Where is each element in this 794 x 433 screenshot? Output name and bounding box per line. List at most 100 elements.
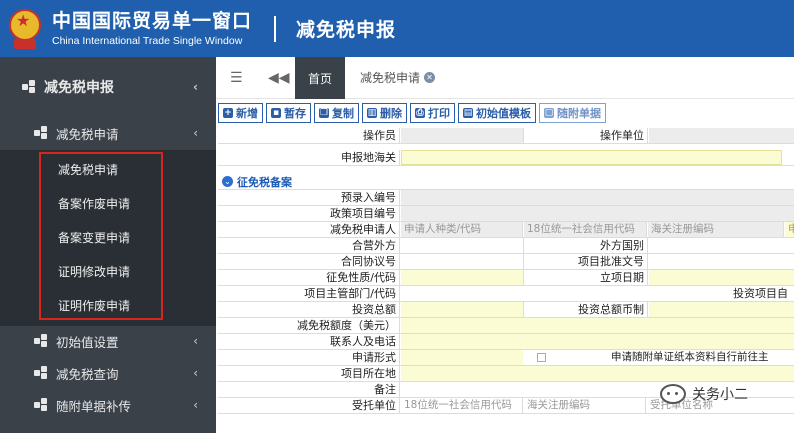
- add-button[interactable]: + 新增: [218, 103, 263, 123]
- apply-form-select[interactable]: [401, 350, 523, 365]
- exempt-amount-input[interactable]: [401, 318, 794, 333]
- tab-label: 减免税申请: [360, 71, 421, 85]
- toolbar: + 新增 ▪ 暂存 ❐ 复制 ▥ 删除 ⎙ 打印 ▤ 初始值模板 ▢ 随附单据: [216, 100, 794, 126]
- label-contact: 联系人及电话: [218, 334, 400, 350]
- module-title: 减免税申报: [296, 19, 397, 41]
- save-button[interactable]: ▪ 暂存: [266, 103, 311, 123]
- invest-currency-input[interactable]: [649, 302, 794, 317]
- dept-code-input[interactable]: [401, 286, 721, 301]
- label-agent: 受托单位: [218, 398, 400, 414]
- contract-no-input[interactable]: [401, 254, 523, 269]
- watermark-text: 关务小二: [692, 387, 748, 403]
- brand-title-en: China International Trade Single Window: [52, 34, 243, 47]
- form-row: 操作员 操作单位: [218, 128, 794, 144]
- sidebar-item-label: 初始值设置: [56, 334, 119, 350]
- label-jv-party: 合营外方: [218, 238, 400, 254]
- brand-title-cn: 中国国际贸易单一窗口: [52, 9, 253, 32]
- label-invest-currency: 投资总额币制: [523, 302, 648, 318]
- chevron-left-icon: ‹: [193, 126, 198, 140]
- form-row: 减免税额度（美元）: [218, 318, 794, 334]
- form-row: 申请形式 申请随附单证纸本资料自行前往主: [218, 350, 794, 366]
- form-row: 征免性质/代码 立项日期: [218, 270, 794, 286]
- section-title: 征免税备案: [237, 175, 292, 189]
- sidebar-item-sfdjbc[interactable]: 随附单据补传 ‹: [0, 393, 216, 417]
- location-input[interactable]: [401, 366, 794, 381]
- exemption-nature-input[interactable]: [401, 270, 523, 285]
- form-row: 投资总额 投资总额币制: [218, 302, 794, 318]
- attach-checkbox[interactable]: [537, 353, 546, 362]
- attachment-button[interactable]: ▢ 随附单据: [539, 103, 606, 123]
- menu-icon[interactable]: ☰: [230, 70, 243, 86]
- label-pre-entry: 预录入编号: [218, 190, 400, 206]
- document-icon: ▢: [544, 108, 554, 118]
- pre-entry-field: [401, 190, 794, 205]
- sidebar-item-csz[interactable]: 初始值设置 ‹: [0, 329, 216, 353]
- agent-credit-code-input[interactable]: 18位统一社会信用代码: [401, 398, 523, 413]
- jv-party-input[interactable]: [401, 238, 523, 253]
- label-exemption-nature: 征免性质/代码: [218, 270, 400, 286]
- watermark: 关务小二: [660, 384, 748, 404]
- chevron-left-icon: ‹: [193, 80, 198, 94]
- label-applicant: 减免税申请人: [218, 222, 400, 238]
- trash-icon: ▥: [367, 108, 377, 118]
- label-total-invest: 投资总额: [218, 302, 400, 318]
- setup-date-input[interactable]: [649, 270, 794, 285]
- close-icon[interactable]: ✕: [424, 72, 436, 83]
- contact-input[interactable]: [401, 334, 794, 349]
- print-button[interactable]: ⎙ 打印: [410, 103, 455, 123]
- highlight-box: [39, 152, 163, 320]
- delete-button[interactable]: ▥ 删除: [362, 103, 407, 123]
- floppy-icon: ▪: [271, 108, 281, 118]
- sidebar-item-label: 随附单据补传: [56, 398, 132, 414]
- form-row: 减免税申请人 申请人种类/代码 18位统一社会信用代码 海关注册编码 申: [218, 222, 794, 238]
- applicant-name-input[interactable]: 申: [785, 222, 794, 237]
- foreign-country-input[interactable]: [649, 238, 794, 253]
- sidebar-item-jmscx[interactable]: 减免税查询 ‹: [0, 361, 216, 385]
- section-header[interactable]: ⌄ 征免税备案: [218, 174, 794, 190]
- tab-home[interactable]: 首页: [295, 57, 345, 99]
- label-foreign-country: 外方国别: [523, 238, 648, 254]
- label-apply-form: 申请形式: [218, 350, 400, 366]
- double-chevron-left-icon[interactable]: ◀◀: [268, 70, 290, 86]
- form-row: 项目主管部门/代码 投资项目自: [218, 286, 794, 302]
- label-approval-no: 项目批准文号: [523, 254, 648, 270]
- cubes-icon: [34, 398, 52, 412]
- label-contract-no: 合同协议号: [218, 254, 400, 270]
- sidebar-group-jmssq[interactable]: 减免税申请 ‹: [0, 121, 216, 145]
- label-invest-item: 投资项目自: [733, 287, 788, 300]
- cubes-icon: [34, 334, 52, 348]
- declare-customs-input[interactable]: [401, 150, 782, 165]
- applicant-credit-code-input[interactable]: 18位统一社会信用代码: [524, 222, 647, 237]
- header-divider: [274, 15, 277, 42]
- tab-jmssq[interactable]: 减免税申请 ✕: [360, 69, 436, 86]
- attach-checkbox-cell: [524, 350, 554, 365]
- operator-field: [401, 128, 523, 143]
- sidebar-item-label: 减免税查询: [56, 366, 119, 382]
- sidebar-item-label: 减免税申报: [44, 80, 114, 96]
- init-template-button[interactable]: ▤ 初始值模板: [458, 103, 536, 123]
- form-row: 合同协议号 项目批准文号: [218, 254, 794, 270]
- collapse-chevron-icon: ⌄: [222, 176, 233, 187]
- brand: 中国国际贸易单一窗口 China International Trade Sin…: [52, 10, 252, 48]
- total-invest-input[interactable]: [401, 302, 523, 317]
- form-row: 项目所在地: [218, 366, 794, 382]
- label-declare-customs: 申报地海关: [218, 150, 400, 166]
- sidebar-item-jmssb[interactable]: 减免税申报 ‹: [0, 71, 216, 103]
- applicant-customs-code-input[interactable]: 海关注册编码: [648, 222, 784, 237]
- label-dept-code: 项目主管部门/代码: [218, 286, 400, 302]
- template-icon: ▤: [463, 108, 473, 118]
- plus-icon: +: [223, 108, 233, 118]
- label-policy-no: 政策项目编号: [218, 206, 400, 222]
- applicant-type-input[interactable]: 申请人种类/代码: [401, 222, 523, 237]
- form-row: 联系人及电话: [218, 334, 794, 350]
- wechat-icon: [660, 384, 686, 404]
- policy-no-field: [401, 206, 794, 221]
- copy-button[interactable]: ❐ 复制: [314, 103, 359, 123]
- chevron-left-icon: ‹: [193, 398, 198, 412]
- chevron-left-icon: ‹: [193, 334, 198, 348]
- agent-customs-code-input[interactable]: 海关注册编码: [524, 398, 646, 413]
- approval-no-input[interactable]: [649, 254, 794, 269]
- app-header: ★ 中国国际贸易单一窗口 China International Trade S…: [0, 0, 794, 57]
- customs-emblem-icon: ★: [6, 7, 44, 51]
- cubes-icon: [34, 366, 52, 380]
